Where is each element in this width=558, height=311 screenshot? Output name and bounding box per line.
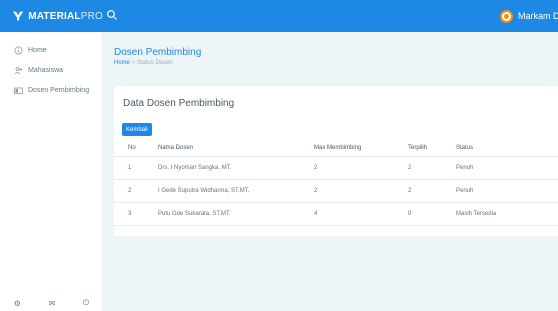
sidebar-item-label: Mahasiswa [28,66,64,74]
sidebar-item-label: Home [28,46,47,54]
cell-no: 2 [114,179,144,203]
table-row: 3 Putu Gde Sukarata, ST.MT. 4 0 Masih Te… [114,202,558,226]
breadcrumb-separator: > [131,60,136,66]
col-header-status: Status [456,140,558,157]
back-button[interactable]: Kembali [122,123,152,136]
settings-icon[interactable]: ⚙ [14,299,21,308]
sidebar-item-label: Dosen Pembimbing [28,86,90,94]
avatar [500,9,513,23]
cell-no: 1 [114,156,144,180]
cell-max: 2 [314,179,408,203]
cell-no: 3 [114,202,144,226]
cell-terpilih: 0 [408,202,456,226]
col-header-nama: Nama Dosen [144,140,314,157]
col-header-max: Max Membimbing [314,140,408,157]
breadcrumb-current: Status Dosen [136,60,173,66]
cell-max: 2 [314,156,408,180]
user-menu[interactable]: Markam Da [500,7,558,25]
sidebar-item-dosen-pembimbing[interactable]: Dosen Pembimbing [0,80,102,100]
search-icon[interactable] [106,9,118,21]
sidebar-footer: ⚙ ✉ ⏻ [0,295,103,311]
card-title: Data Dosen Pembimbing [123,98,235,109]
col-header-terpilih: Terpilih [408,140,456,157]
sidebar-item-home[interactable]: Home [0,40,102,60]
sidebar-item-mahasiswa[interactable]: Mahasiswa [0,60,102,80]
users-icon [14,66,23,75]
table-header-row: No Nama Dosen Max Membimbing Terpilih St… [114,140,558,157]
power-icon[interactable]: ⏻ [83,298,89,308]
cell-status: Penuh [456,179,558,203]
cell-terpilih: 2 [408,179,456,203]
info-circle-icon [14,46,23,55]
id-card-icon [14,86,23,95]
col-header-no: No [114,140,144,157]
page-title: Dosen Pembimbing [114,47,202,58]
logo-icon [13,11,24,21]
cell-nama: Drs. I Nyoman Sangka, MT. [144,156,314,180]
mail-icon[interactable]: ✉ [49,299,56,308]
brand-name: MATERIALPRO [28,10,103,22]
table-row: 2 I Gede Suputra Widharma, ST.MT. 2 2 Pe… [114,179,558,203]
cell-nama: Putu Gde Sukarata, ST.MT. [144,202,314,226]
cell-status: Masih Tersedia [456,202,558,226]
top-navbar: MATERIALPRO Markam Da [0,0,558,32]
data-card: Data Dosen Pembimbing Kembali No Nama Do… [114,86,558,236]
dosen-table: No Nama Dosen Max Membimbing Terpilih St… [114,140,558,226]
user-name: Markam Da [518,11,558,21]
cell-nama: I Gede Suputra Widharma, ST.MT. [144,179,314,203]
cell-status: Penuh [456,156,558,180]
breadcrumb: Home > Status Dosen [114,60,173,66]
brand[interactable]: MATERIALPRO [0,0,103,32]
cell-terpilih: 2 [408,156,456,180]
table-row: 1 Drs. I Nyoman Sangka, MT. 2 2 Penuh [114,156,558,180]
breadcrumb-home[interactable]: Home [114,60,130,66]
sidebar: Home Mahasiswa Dosen Pembimbing ⚙ ✉ ⏻ [0,32,103,311]
cell-max: 4 [314,202,408,226]
